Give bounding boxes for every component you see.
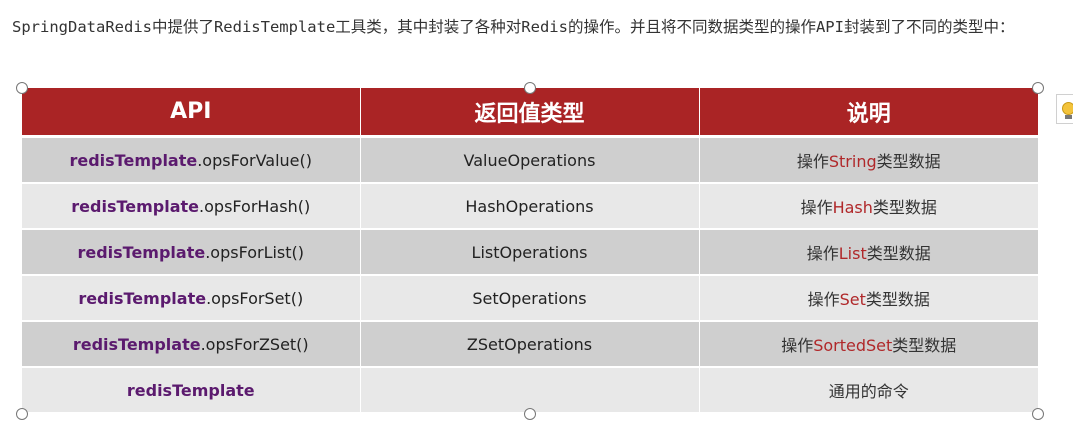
table-header-row: API 返回值类型 说明 bbox=[22, 88, 1038, 138]
desc-type: SortedSet bbox=[813, 336, 893, 355]
api-cell: redisTemplate.opsForValue() bbox=[22, 136, 361, 184]
return-type-cell: SetOperations bbox=[360, 275, 700, 322]
table-row: redisTemplate 通用的命令 bbox=[22, 367, 1038, 414]
desc-post: 类型数据 bbox=[892, 336, 957, 355]
resize-handle-top-left[interactable] bbox=[16, 82, 28, 94]
desc-post: 类型数据 bbox=[876, 152, 941, 171]
bulb-shape bbox=[1062, 102, 1073, 115]
api-method: .opsForSet() bbox=[206, 288, 304, 308]
table-row: redisTemplate.opsForSet() SetOperations … bbox=[22, 275, 1038, 322]
description-cell: 操作Set类型数据 bbox=[699, 275, 1038, 322]
return-type-cell bbox=[360, 367, 700, 414]
api-method: .opsForZSet() bbox=[200, 334, 309, 354]
desc-type: String bbox=[828, 152, 877, 171]
return-type-cell: ListOperations bbox=[360, 229, 700, 276]
resize-handle-top-right[interactable] bbox=[1032, 82, 1044, 94]
resize-handle-bottom-left[interactable] bbox=[16, 408, 28, 420]
resize-handle-top-middle[interactable] bbox=[524, 82, 536, 94]
header-description: 说明 bbox=[699, 88, 1038, 138]
api-method: .opsForList() bbox=[205, 242, 305, 262]
desc-pre: 通用的命令 bbox=[828, 382, 909, 401]
api-method: .opsForValue() bbox=[197, 150, 313, 170]
description-cell: 通用的命令 bbox=[699, 367, 1038, 414]
desc-pre: 操作 bbox=[806, 244, 839, 263]
table-row: redisTemplate.opsForHash() HashOperation… bbox=[22, 183, 1038, 230]
header-return-type: 返回值类型 bbox=[360, 88, 700, 138]
desc-pre: 操作 bbox=[781, 336, 814, 355]
lightbulb-icon[interactable] bbox=[1056, 94, 1073, 124]
api-cell: redisTemplate.opsForList() bbox=[22, 229, 361, 276]
table-row: redisTemplate.opsForList() ListOperation… bbox=[22, 229, 1038, 276]
resize-handle-bottom-right[interactable] bbox=[1032, 408, 1044, 420]
description-cell: 操作SortedSet类型数据 bbox=[699, 321, 1038, 368]
api-prefix: redisTemplate bbox=[72, 334, 201, 354]
api-prefix: redisTemplate bbox=[126, 380, 255, 400]
intro-paragraph: SpringDataRedis中提供了RedisTemplate工具类，其中封装… bbox=[12, 18, 1015, 36]
api-cell: redisTemplate bbox=[22, 367, 361, 414]
desc-pre: 操作 bbox=[800, 198, 833, 217]
api-method: .opsForHash() bbox=[199, 196, 311, 216]
api-prefix: redisTemplate bbox=[78, 288, 207, 308]
api-prefix: redisTemplate bbox=[69, 150, 198, 170]
desc-type: List bbox=[838, 244, 867, 263]
bulb-base bbox=[1065, 115, 1072, 119]
desc-post: 类型数据 bbox=[866, 244, 931, 263]
return-type-cell: ZSetOperations bbox=[360, 321, 700, 368]
desc-type: Set bbox=[839, 290, 866, 309]
description-cell: 操作Hash类型数据 bbox=[699, 183, 1038, 230]
api-cell: redisTemplate.opsForHash() bbox=[22, 183, 361, 230]
header-api: API bbox=[22, 88, 361, 138]
return-type-cell: HashOperations bbox=[360, 183, 700, 230]
api-table: API 返回值类型 说明 redisTemplate.opsForValue()… bbox=[22, 88, 1038, 414]
table-row: redisTemplate.opsForZSet() ZSetOperation… bbox=[22, 321, 1038, 368]
table-row: redisTemplate.opsForValue() ValueOperati… bbox=[22, 136, 1038, 184]
api-prefix: redisTemplate bbox=[71, 196, 200, 216]
description-cell: 操作String类型数据 bbox=[699, 136, 1038, 184]
desc-pre: 操作 bbox=[796, 152, 829, 171]
api-prefix: redisTemplate bbox=[77, 242, 206, 262]
return-type-cell: ValueOperations bbox=[360, 136, 700, 184]
api-cell: redisTemplate.opsForZSet() bbox=[22, 321, 361, 368]
resize-handle-bottom-middle[interactable] bbox=[524, 408, 536, 420]
desc-post: 类型数据 bbox=[872, 198, 937, 217]
desc-post: 类型数据 bbox=[865, 290, 930, 309]
description-cell: 操作List类型数据 bbox=[699, 229, 1038, 276]
table-image[interactable]: API 返回值类型 说明 redisTemplate.opsForValue()… bbox=[22, 88, 1038, 414]
desc-type: Hash bbox=[832, 198, 873, 217]
api-cell: redisTemplate.opsForSet() bbox=[22, 275, 361, 322]
desc-pre: 操作 bbox=[807, 290, 840, 309]
